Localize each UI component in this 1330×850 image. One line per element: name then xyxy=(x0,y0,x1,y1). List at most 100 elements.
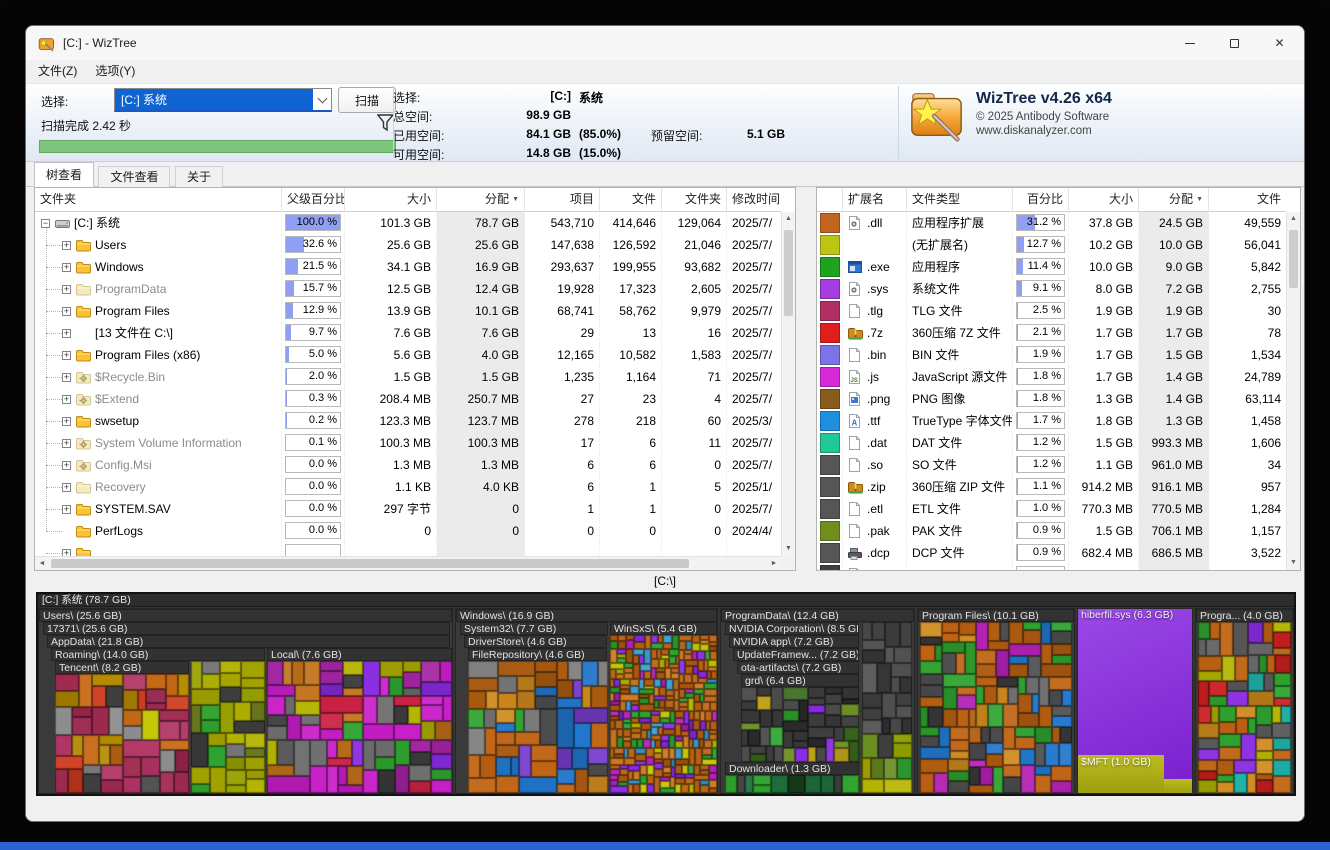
treemap-block[interactable] xyxy=(1164,779,1192,793)
table-row[interactable]: .etlETL 文件1.0 %770.3 MB770.5 MB1,284 xyxy=(817,498,1286,520)
table-row[interactable]: .zip360压缩 ZIP 文件1.1 %914.2 MB916.1 MB957 xyxy=(817,476,1286,498)
table-row[interactable]: .soSO 文件1.2 %1.1 GB961.0 MB34 xyxy=(817,454,1286,476)
table-row[interactable]: +swsetup0.2 %123.3 MB123.7 MB27821860202… xyxy=(35,410,781,432)
treemap-label[interactable]: hiberfil.sys (6.3 GB) xyxy=(1078,609,1192,622)
scroll-up-icon[interactable]: ▲ xyxy=(782,212,795,226)
table-row[interactable]: −[C:] 系统100.0 %101.3 GB78.7 GB543,710414… xyxy=(35,212,781,234)
expand-icon[interactable]: + xyxy=(62,285,71,294)
table-row[interactable]: .binBIN 文件1.9 %1.7 GB1.5 GB1,534 xyxy=(817,344,1286,366)
expand-icon[interactable]: + xyxy=(62,417,71,426)
treemap-label[interactable]: AppData\ (21.8 GB) xyxy=(47,635,450,648)
col-extension[interactable]: 扩展名 xyxy=(843,188,907,212)
treemap-mosaic[interactable] xyxy=(267,661,452,793)
drive-select[interactable]: [C:] 系统 xyxy=(114,88,332,112)
treemap-label[interactable]: UpdateFramew... (7.2 GB) xyxy=(733,648,859,661)
table-row[interactable]: .tlgTLG 文件2.5 %1.9 GB1.9 GB30 xyxy=(817,300,1286,322)
minimize-button[interactable] xyxy=(1167,26,1212,60)
table-row[interactable] xyxy=(817,564,1286,570)
treemap-mosaic[interactable] xyxy=(610,635,717,793)
close-button[interactable]: ✕ xyxy=(1257,26,1302,60)
treemap-label[interactable]: WinSxS\ (5.4 GB) xyxy=(610,622,717,635)
folder-vscrollbar[interactable]: ▲ ▼ xyxy=(781,212,795,556)
col-files[interactable]: 文件 xyxy=(1209,188,1286,212)
scan-button[interactable]: 扫描 xyxy=(338,87,396,113)
treemap-section-programfiles[interactable]: Program Files\ (10.1 GB) xyxy=(917,608,1075,794)
table-row[interactable]: .7z360压缩 7Z 文件2.1 %1.7 GB1.7 GB78 xyxy=(817,322,1286,344)
collapse-icon[interactable]: − xyxy=(41,219,50,228)
treemap-label[interactable]: Program Files\ (10.1 GB) xyxy=(918,609,1074,622)
tab-tree-view[interactable]: 树查看 xyxy=(34,162,94,187)
scroll-thumb[interactable] xyxy=(784,230,793,316)
treemap-label[interactable]: DriverStore\ (4.6 GB) xyxy=(464,635,607,648)
table-row[interactable]: +ProgramData15.7 %12.5 GB12.4 GB19,92817… xyxy=(35,278,781,300)
treemap-mosaic[interactable] xyxy=(191,661,265,793)
website-link[interactable]: www.diskanalyzer.com xyxy=(976,125,1112,137)
table-row[interactable]: .pngPNG 图像1.8 %1.3 GB1.4 GB63,114 xyxy=(817,388,1286,410)
expand-icon[interactable]: + xyxy=(62,395,71,404)
treemap-label[interactable]: Roaming\ (14.0 GB) xyxy=(51,648,265,661)
treemap-root-label[interactable]: [C:] 系统 (78.7 GB) xyxy=(38,594,1294,607)
expand-icon[interactable]: + xyxy=(62,307,71,316)
table-row[interactable]: + xyxy=(35,542,781,556)
treemap-label[interactable]: Progra... (4.0 GB) xyxy=(1196,609,1293,622)
treemap-section-hiberfil[interactable]: hiberfil.sys (6.3 GB) $MFT (1.0 GB) xyxy=(1077,608,1193,794)
treemap-label[interactable]: ota-artifacts\ (7.2 GB) xyxy=(737,661,859,674)
table-row[interactable]: +$Extend0.3 %208.4 MB250.7 MB272342025/7… xyxy=(35,388,781,410)
table-row[interactable]: +Program Files (x86)5.0 %5.6 GB4.0 GB12,… xyxy=(35,344,781,366)
treemap-section-users[interactable]: Users\ (25.6 GB)17371\ (25.6 GB)AppData\… xyxy=(38,608,453,794)
treemap-label[interactable]: Windows\ (16.9 GB) xyxy=(456,609,717,622)
table-row[interactable]: +System Volume Information0.1 %100.3 MB1… xyxy=(35,432,781,454)
scroll-left-icon[interactable]: ◄ xyxy=(35,557,49,571)
col-items[interactable]: 项目 xyxy=(525,188,600,212)
maximize-button[interactable] xyxy=(1212,26,1257,60)
table-row[interactable]: (无扩展名)12.7 %10.2 GB10.0 GB56,041 xyxy=(817,234,1286,256)
table-row[interactable]: .dcpDCP 文件0.9 %682.4 MB686.5 MB3,522 xyxy=(817,542,1286,564)
col-color[interactable] xyxy=(817,188,843,212)
treemap-section-programfiles-x86[interactable]: Progra... (4.0 GB) xyxy=(1195,608,1294,794)
table-row[interactable]: .sys系统文件9.1 %8.0 GB7.2 GB2,755 xyxy=(817,278,1286,300)
treemap-block[interactable]: $MFT (1.0 GB) xyxy=(1078,755,1164,793)
table-row[interactable]: .datDAT 文件1.2 %1.5 GB993.3 MB1,606 xyxy=(817,432,1286,454)
table-row[interactable]: +Windows21.5 %34.1 GB16.9 GB293,637199,9… xyxy=(35,256,781,278)
expand-icon[interactable]: + xyxy=(62,329,71,338)
col-files[interactable]: 文件 xyxy=(600,188,662,212)
expand-icon[interactable]: + xyxy=(62,373,71,382)
treemap-section-programdata[interactable]: ProgramData\ (12.4 GB)NVIDIA Corporation… xyxy=(720,608,915,794)
table-row[interactable]: .dll应用程序扩展31.2 %37.8 GB24.5 GB49,559 xyxy=(817,212,1286,234)
treemap-section-windows[interactable]: Windows\ (16.9 GB)System32\ (7.7 GB)WinS… xyxy=(455,608,718,794)
treemap-label[interactable]: Tencent\ (8.2 GB) xyxy=(55,661,189,674)
table-row[interactable]: .exe应用程序11.4 %10.0 GB9.0 GB5,842 xyxy=(817,256,1286,278)
scroll-thumb[interactable] xyxy=(51,559,689,568)
filter-icon[interactable] xyxy=(377,114,394,132)
col-alloc[interactable]: 分配▼ xyxy=(1139,188,1209,212)
treemap-mosaic[interactable] xyxy=(862,734,912,793)
table-row[interactable]: +Recovery0.0 %1.1 KB4.0 KB6152025/1/ xyxy=(35,476,781,498)
table-row[interactable]: JS.jsJavaScript 源文件1.8 %1.7 GB1.4 GB24,7… xyxy=(817,366,1286,388)
col-alloc[interactable]: 分配▼ xyxy=(437,188,525,212)
treemap-mosaic[interactable] xyxy=(725,775,859,793)
scroll-right-icon[interactable]: ► xyxy=(767,557,781,571)
treemap-label[interactable]: Local\ (7.6 GB) xyxy=(267,648,452,661)
expand-icon[interactable]: + xyxy=(62,549,71,557)
table-row[interactable]: A.ttfTrueType 字体文件1.7 %1.8 GB1.3 GB1,458 xyxy=(817,410,1286,432)
table-row[interactable]: +Program Files12.9 %13.9 GB10.1 GB68,741… xyxy=(35,300,781,322)
extension-vscrollbar[interactable]: ▲ ▼ xyxy=(1286,212,1300,570)
expand-icon[interactable]: + xyxy=(62,461,71,470)
treemap-label[interactable]: FileRepository\ (4.6 GB) xyxy=(468,648,607,661)
scroll-down-icon[interactable]: ▼ xyxy=(1287,556,1300,570)
scroll-down-icon[interactable]: ▼ xyxy=(782,542,795,556)
menu-options[interactable]: 选项(Y) xyxy=(86,60,144,83)
treemap-mosaic[interactable] xyxy=(862,622,912,734)
table-row[interactable]: PerfLogs0.0 %000002024/4/ xyxy=(35,520,781,542)
treemap-mosaic[interactable] xyxy=(55,674,189,793)
scroll-up-icon[interactable]: ▲ xyxy=(1287,212,1300,226)
expand-icon[interactable]: + xyxy=(62,351,71,360)
table-row[interactable]: +SYSTEM.SAV0.0 %297 字节01102025/7/ xyxy=(35,498,781,520)
expand-icon[interactable]: + xyxy=(62,483,71,492)
treemap-label[interactable]: Downloader\ (1.3 GB) xyxy=(725,762,859,775)
col-size[interactable]: 大小 xyxy=(345,188,437,212)
table-row[interactable]: +Users32.6 %25.6 GB25.6 GB147,638126,592… xyxy=(35,234,781,256)
col-filetype[interactable]: 文件类型 xyxy=(907,188,1013,212)
expand-icon[interactable]: + xyxy=(62,241,71,250)
treemap-label[interactable]: NVIDIA app\ (7.2 GB) xyxy=(729,635,859,648)
